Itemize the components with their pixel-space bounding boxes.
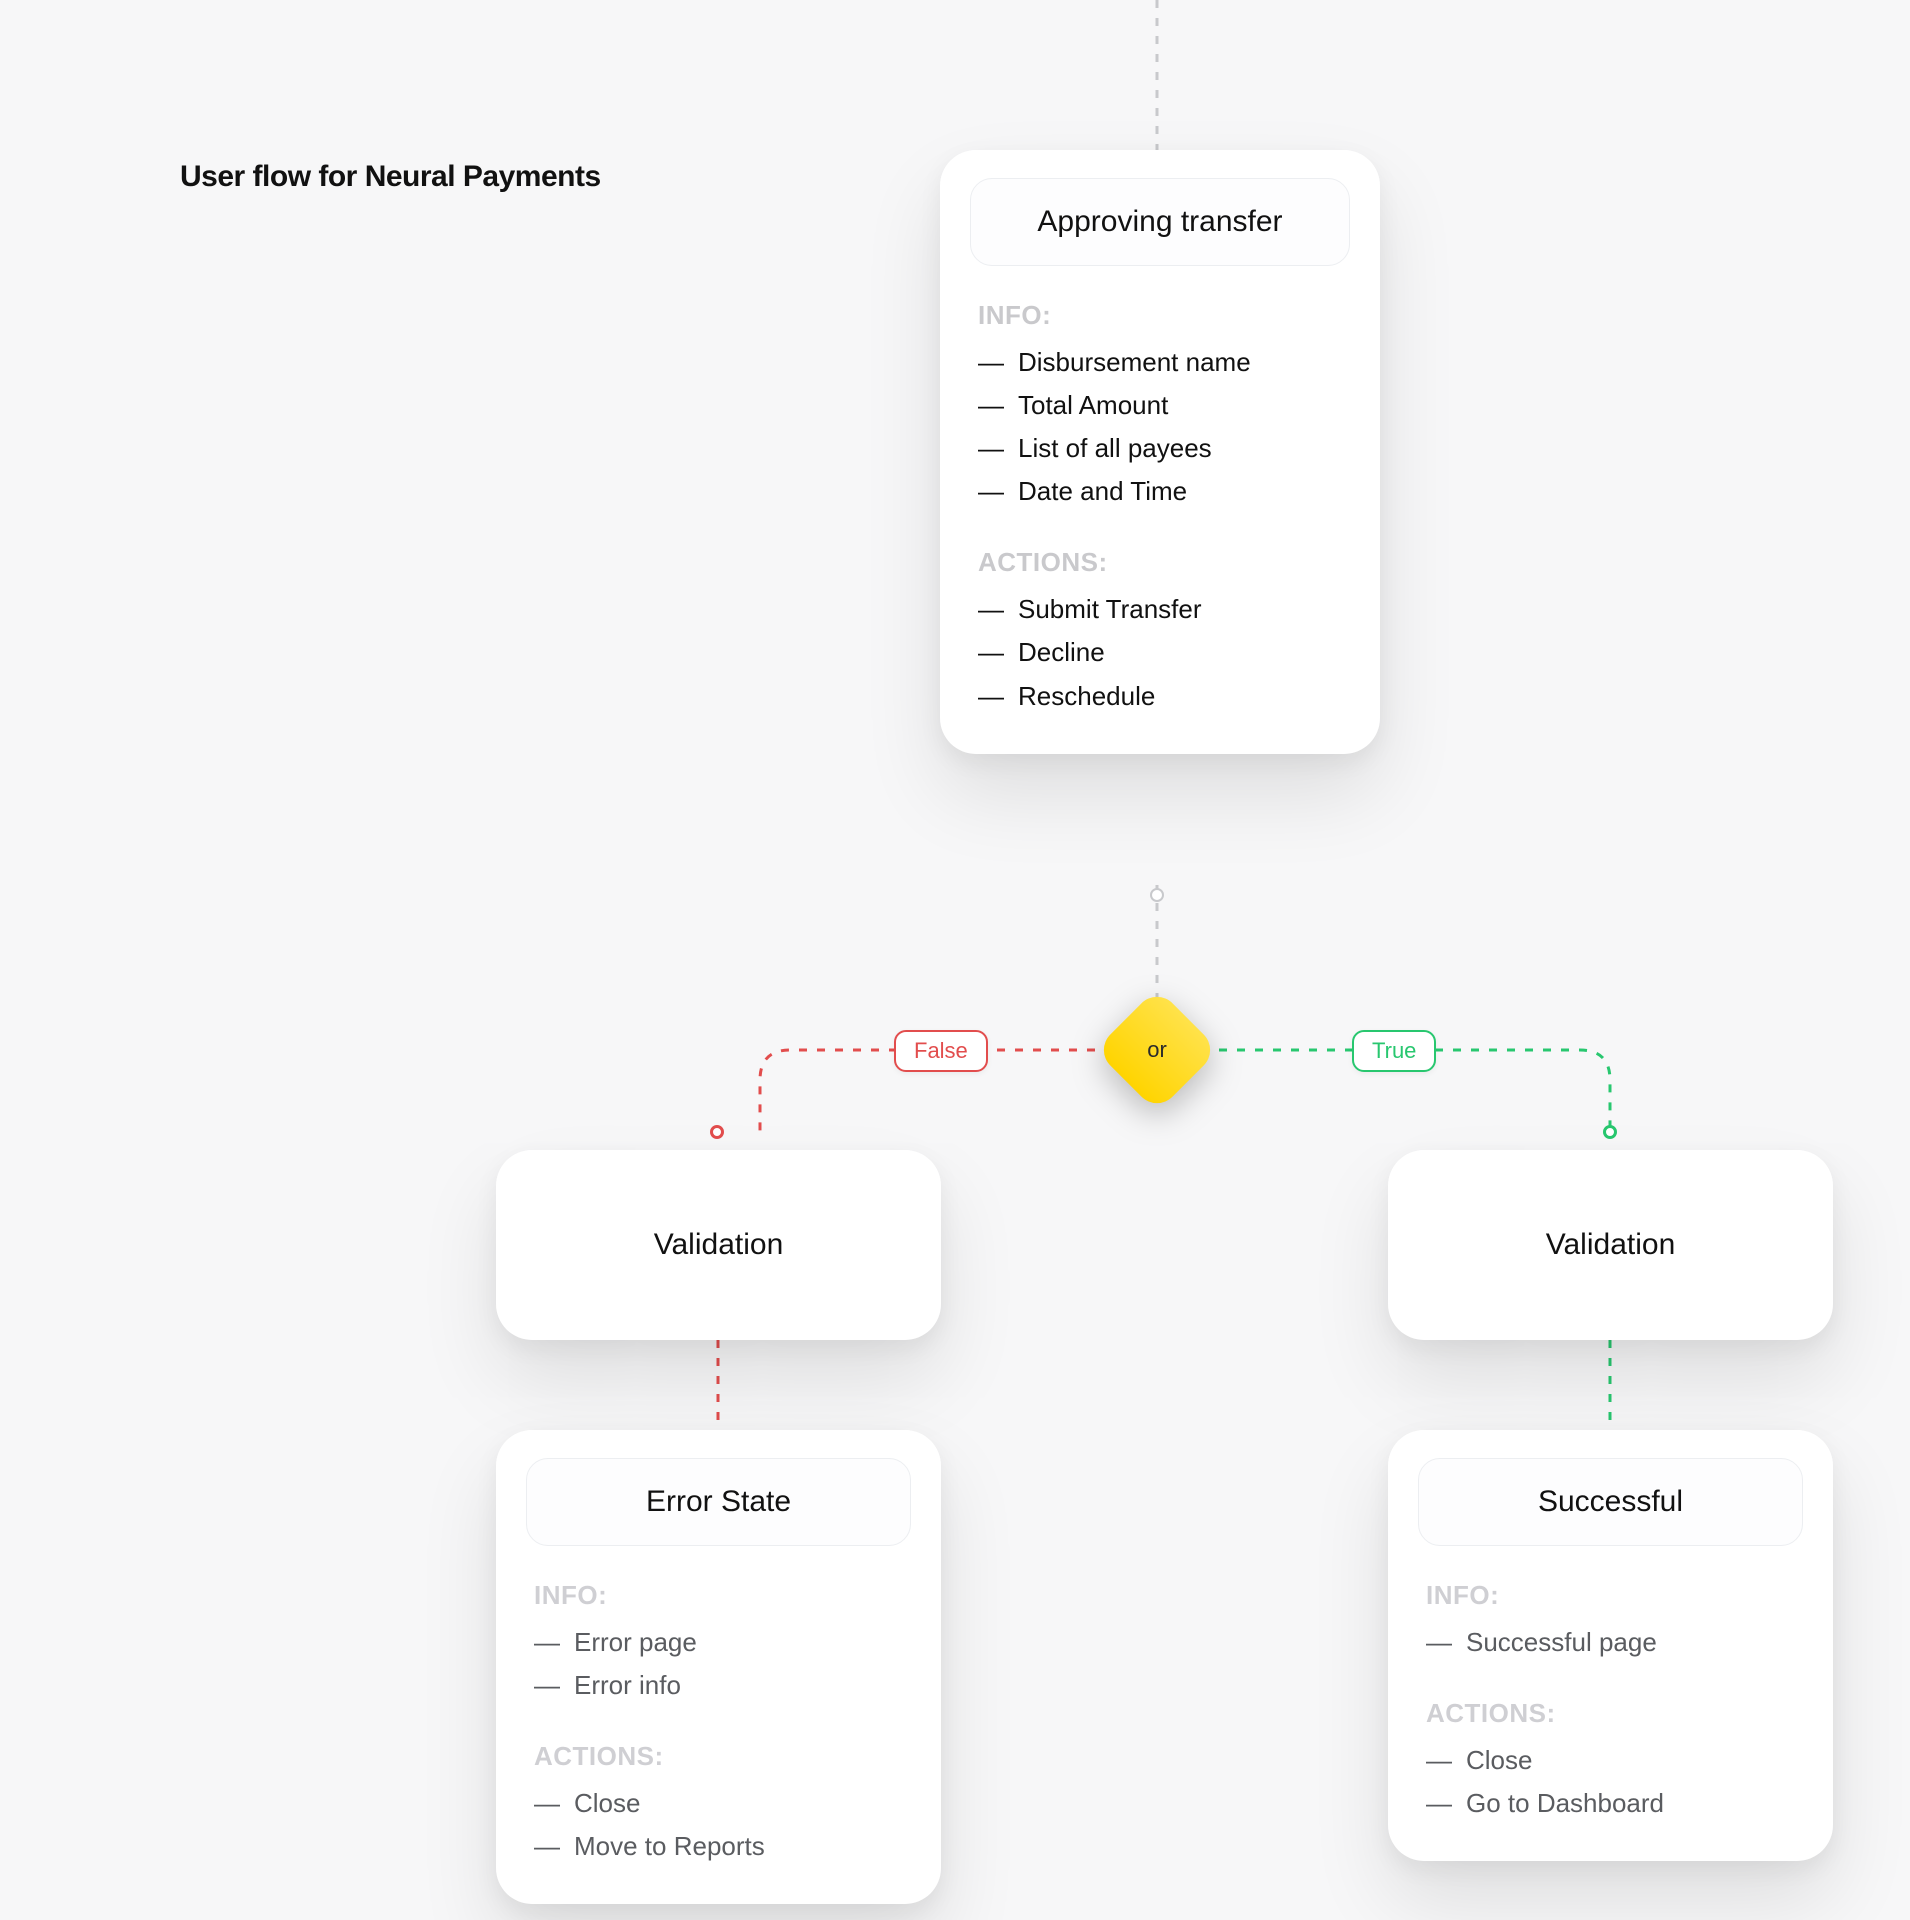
flow-canvas: User flow for Neural Payments Approving … — [0, 0, 1910, 1920]
node-success-header: Successful — [1418, 1458, 1803, 1546]
node-validation-true: Validation — [1388, 1150, 1833, 1340]
branch-label-true: True — [1352, 1030, 1436, 1072]
error-actions-list: Close Move to Reports — [534, 1782, 911, 1868]
list-item: Decline — [978, 631, 1350, 674]
decision-or: or — [1113, 1006, 1201, 1094]
list-item: List of all payees — [978, 427, 1350, 470]
error-info-list: Error page Error info — [534, 1621, 911, 1707]
node-successful: Successful INFO: Successful page ACTIONS… — [1388, 1430, 1833, 1861]
approving-actions-list: Submit Transfer Decline Reschedule — [978, 588, 1350, 717]
info-label: INFO: — [534, 1580, 911, 1611]
connector-dot-false — [710, 1125, 724, 1139]
validation-true-title: Validation — [1546, 1228, 1676, 1262]
list-item: Error info — [534, 1664, 911, 1707]
approving-info-list: Disbursement name Total Amount List of a… — [978, 341, 1350, 513]
node-error-header: Error State — [526, 1458, 911, 1546]
connector-dot — [1150, 888, 1164, 902]
list-item: Close — [534, 1782, 911, 1825]
node-validation-false: Validation — [496, 1150, 941, 1340]
decision-label: or — [1113, 1006, 1201, 1094]
node-approving-transfer: Approving transfer INFO: Disbursement na… — [940, 150, 1380, 754]
success-actions-list: Close Go to Dashboard — [1426, 1739, 1803, 1825]
list-item: Date and Time — [978, 470, 1350, 513]
list-item: Total Amount — [978, 384, 1350, 427]
actions-label: ACTIONS: — [1426, 1698, 1803, 1729]
diagram-title: User flow for Neural Payments — [180, 160, 601, 194]
info-label: INFO: — [1426, 1580, 1803, 1611]
list-item: Close — [1426, 1739, 1803, 1782]
list-item: Error page — [534, 1621, 911, 1664]
list-item: Successful page — [1426, 1621, 1803, 1664]
node-error-state: Error State INFO: Error page Error info … — [496, 1430, 941, 1904]
actions-label: ACTIONS: — [978, 547, 1350, 578]
success-info-list: Successful page — [1426, 1621, 1803, 1664]
validation-false-title: Validation — [654, 1228, 784, 1262]
list-item: Disbursement name — [978, 341, 1350, 384]
list-item: Move to Reports — [534, 1825, 911, 1868]
list-item: Reschedule — [978, 675, 1350, 718]
connector-dot-true — [1603, 1125, 1617, 1139]
node-approving-header: Approving transfer — [970, 178, 1350, 266]
list-item: Submit Transfer — [978, 588, 1350, 631]
actions-label: ACTIONS: — [534, 1741, 911, 1772]
list-item: Go to Dashboard — [1426, 1782, 1803, 1825]
branch-label-false: False — [894, 1030, 988, 1072]
info-label: INFO: — [978, 300, 1350, 331]
